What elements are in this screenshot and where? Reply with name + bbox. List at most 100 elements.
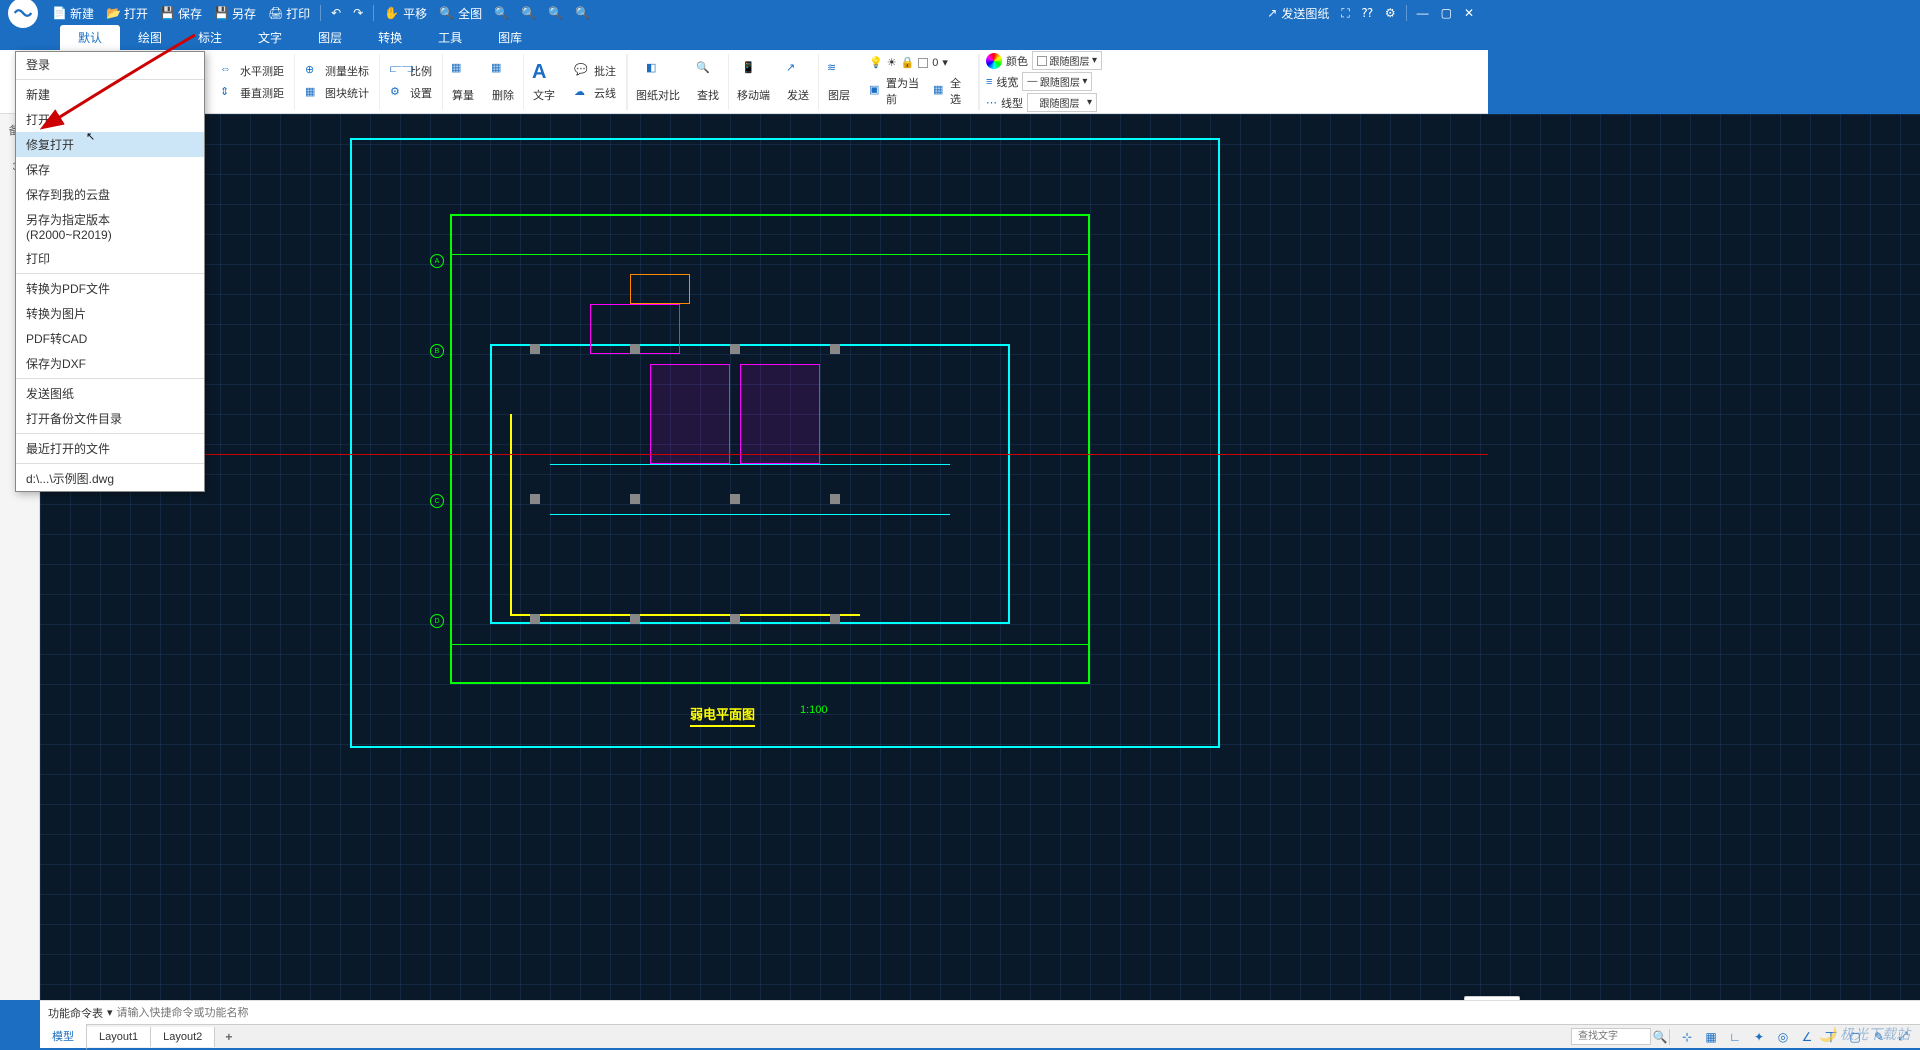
drawing-canvas[interactable]: A B C D 弱电平面图 1:100 (40, 114, 1920, 1000)
layout-tab-2[interactable]: Layout2 (151, 1027, 215, 1047)
layout-tab-model[interactable]: 模型 (40, 1024, 87, 1050)
zoom-in-button[interactable]: 🔍 (488, 6, 515, 20)
scale-icon: ⫍⫎ (390, 63, 406, 79)
more-toggle[interactable]: ⤢ (1894, 1028, 1912, 1046)
layout-add-button[interactable]: + (215, 1026, 242, 1048)
blockstat-icon: ▦ (305, 85, 321, 101)
text-icon: A (532, 61, 556, 85)
menu-save-cloud[interactable]: 保存到我的云盘 (16, 182, 204, 207)
redo-button[interactable]: ↷ (347, 6, 369, 20)
zoom-prev-button[interactable]: 🔍 (569, 6, 596, 20)
menu-open-backup-dir[interactable]: 打开备份文件目录 (16, 406, 204, 431)
drawing-title: 弱电平面图 (690, 704, 755, 727)
set-current-button[interactable]: ▣置为当前 ▦全选 (865, 73, 972, 109)
tab-annotate[interactable]: 标注 (180, 25, 240, 50)
snap-toggle[interactable]: ⊹ (1678, 1028, 1696, 1046)
tab-tool[interactable]: 工具 (420, 25, 480, 50)
zoom-extents-button[interactable]: 🔍全图 (433, 5, 488, 22)
menu-open[interactable]: 打开 (16, 107, 204, 132)
chevron-down-icon[interactable]: ▾ (107, 1006, 113, 1019)
cloud-button[interactable]: ☁云线 (570, 83, 620, 103)
send-drawing-button[interactable]: ↗发送图纸 (1261, 5, 1335, 22)
menu-login[interactable]: 登录 (16, 52, 204, 77)
lineweight-select[interactable]: —跟随图层▾ (1022, 72, 1092, 91)
batch-button[interactable]: 💬批注 (570, 61, 620, 81)
menu-recent-files[interactable]: 最近打开的文件 (16, 436, 204, 461)
brush-toggle[interactable]: ✎ (1870, 1028, 1888, 1046)
polar-toggle[interactable]: ✦ (1750, 1028, 1768, 1046)
ortho-toggle[interactable]: ∟ (1726, 1028, 1744, 1046)
zoom-window-button[interactable]: 🔍 (542, 6, 569, 20)
open-button[interactable]: 📂打开 (100, 5, 154, 22)
save-button[interactable]: 💾保存 (154, 5, 208, 22)
settings-ribbon-button[interactable]: ⚙设置 (386, 83, 436, 103)
dyn-toggle[interactable]: ▢ (1846, 1028, 1864, 1046)
linetype-select[interactable]: 跟随图层▾ (1027, 93, 1097, 112)
vdist-button[interactable]: ⇕垂直测距 (216, 83, 288, 103)
new-button[interactable]: 📄新建 (46, 5, 100, 22)
help-button[interactable]: ⁇ (1356, 6, 1379, 20)
calc-button[interactable]: ▦算量 (443, 57, 483, 107)
saveas-icon: 💾 (214, 6, 228, 20)
maximize-icon: ▢ (1441, 6, 1452, 20)
zoom-out-button[interactable]: 🔍 (515, 6, 542, 20)
saveas-button[interactable]: 💾另存 (208, 5, 262, 22)
menu-print[interactable]: 打印 (16, 246, 204, 271)
lwt-toggle[interactable]: 丅 (1822, 1028, 1840, 1046)
file-menu-dropdown: 登录 新建 打开 修复打开 保存 保存到我的云盘 另存为指定版本(R2000~R… (15, 51, 205, 492)
menu-pdf-to-cad[interactable]: PDF转CAD (16, 326, 204, 351)
settings-button[interactable]: ⚙ (1379, 6, 1402, 20)
menu-recent-file-1[interactable]: d:\...\示例图.dwg (16, 466, 204, 491)
tab-convert[interactable]: 转换 (360, 25, 420, 50)
menu-to-pdf[interactable]: 转换为PDF文件 (16, 276, 204, 301)
coord-icon: ⊕ (305, 63, 321, 79)
bulb-icon: 💡 (869, 56, 883, 69)
batch-icon: 💬 (574, 63, 590, 79)
print-button[interactable]: 🖨打印 (262, 5, 316, 22)
delete-button[interactable]: ▦删除 (483, 57, 523, 107)
text-button[interactable]: A文字 (524, 57, 564, 107)
compare-button[interactable]: ◧图纸对比 (628, 57, 688, 107)
tab-layer[interactable]: 图层 (300, 25, 360, 50)
menu-save[interactable]: 保存 (16, 157, 204, 182)
mobile-button[interactable]: 📱移动端 (729, 57, 778, 107)
search-button[interactable]: 🔍 (1651, 1028, 1669, 1046)
pan-button[interactable]: ✋平移 (378, 5, 433, 22)
hdist-button[interactable]: ⇔水平测距 (216, 61, 288, 81)
menu-save-dxf[interactable]: 保存为DXF (16, 351, 204, 376)
menu-save-version[interactable]: 另存为指定版本(R2000~R2019) (16, 207, 204, 246)
coord-button[interactable]: ⊕测量坐标 (301, 61, 373, 81)
osnap-toggle[interactable]: ◎ (1774, 1028, 1792, 1046)
layout-tab-1[interactable]: Layout1 (87, 1027, 151, 1047)
ribbon: ⇔水平测距 ⇕垂直测距 ⊕测量坐标 ▦图块统计 ⫍⫎比例 ⚙设置 ▦算量 ▦删除… (0, 50, 1488, 114)
linetype-icon: ⋯ (986, 96, 997, 109)
menu-to-image[interactable]: 转换为图片 (16, 301, 204, 326)
command-input[interactable] (117, 1007, 1912, 1019)
menu-repair-open[interactable]: 修复打开 (16, 132, 204, 157)
color-select[interactable]: 跟随图层▾ (1032, 51, 1102, 70)
undo-button[interactable]: ↶ (325, 6, 347, 20)
layer-state-toolbar[interactable]: 💡☀🔒 0 ▾ (865, 54, 972, 71)
menu-send-drawing[interactable]: 发送图纸 (16, 381, 204, 406)
grid-toggle[interactable]: ▦ (1702, 1028, 1720, 1046)
vdist-icon: ⇕ (220, 85, 236, 101)
tab-draw[interactable]: 绘图 (120, 25, 180, 50)
layer-button[interactable]: ≋图层 (819, 57, 859, 107)
maximize-button[interactable]: ▢ (1435, 6, 1458, 20)
search-icon: 🔍 (1653, 1030, 1668, 1044)
menu-new[interactable]: 新建 (16, 82, 204, 107)
fullscreen-button[interactable]: ⛶ (1335, 6, 1355, 21)
status-search-input[interactable] (1571, 1028, 1651, 1045)
close-button[interactable]: ✕ (1458, 6, 1480, 20)
tab-default[interactable]: 默认 (60, 25, 120, 50)
tab-gallery[interactable]: 图库 (480, 25, 540, 50)
find-button[interactable]: 🔍查找 (688, 57, 728, 107)
tab-text[interactable]: 文字 (240, 25, 300, 50)
scale-button[interactable]: ⫍⫎比例 (386, 61, 436, 81)
track-toggle[interactable]: ∠ (1798, 1028, 1816, 1046)
minimize-button[interactable]: — (1411, 6, 1435, 20)
app-logo[interactable] (8, 0, 38, 28)
send-ribbon-button[interactable]: ↗发送 (778, 57, 818, 107)
command-bar: 功能命令表 ▾ (40, 1000, 1920, 1024)
blockstat-button[interactable]: ▦图块统计 (301, 83, 373, 103)
